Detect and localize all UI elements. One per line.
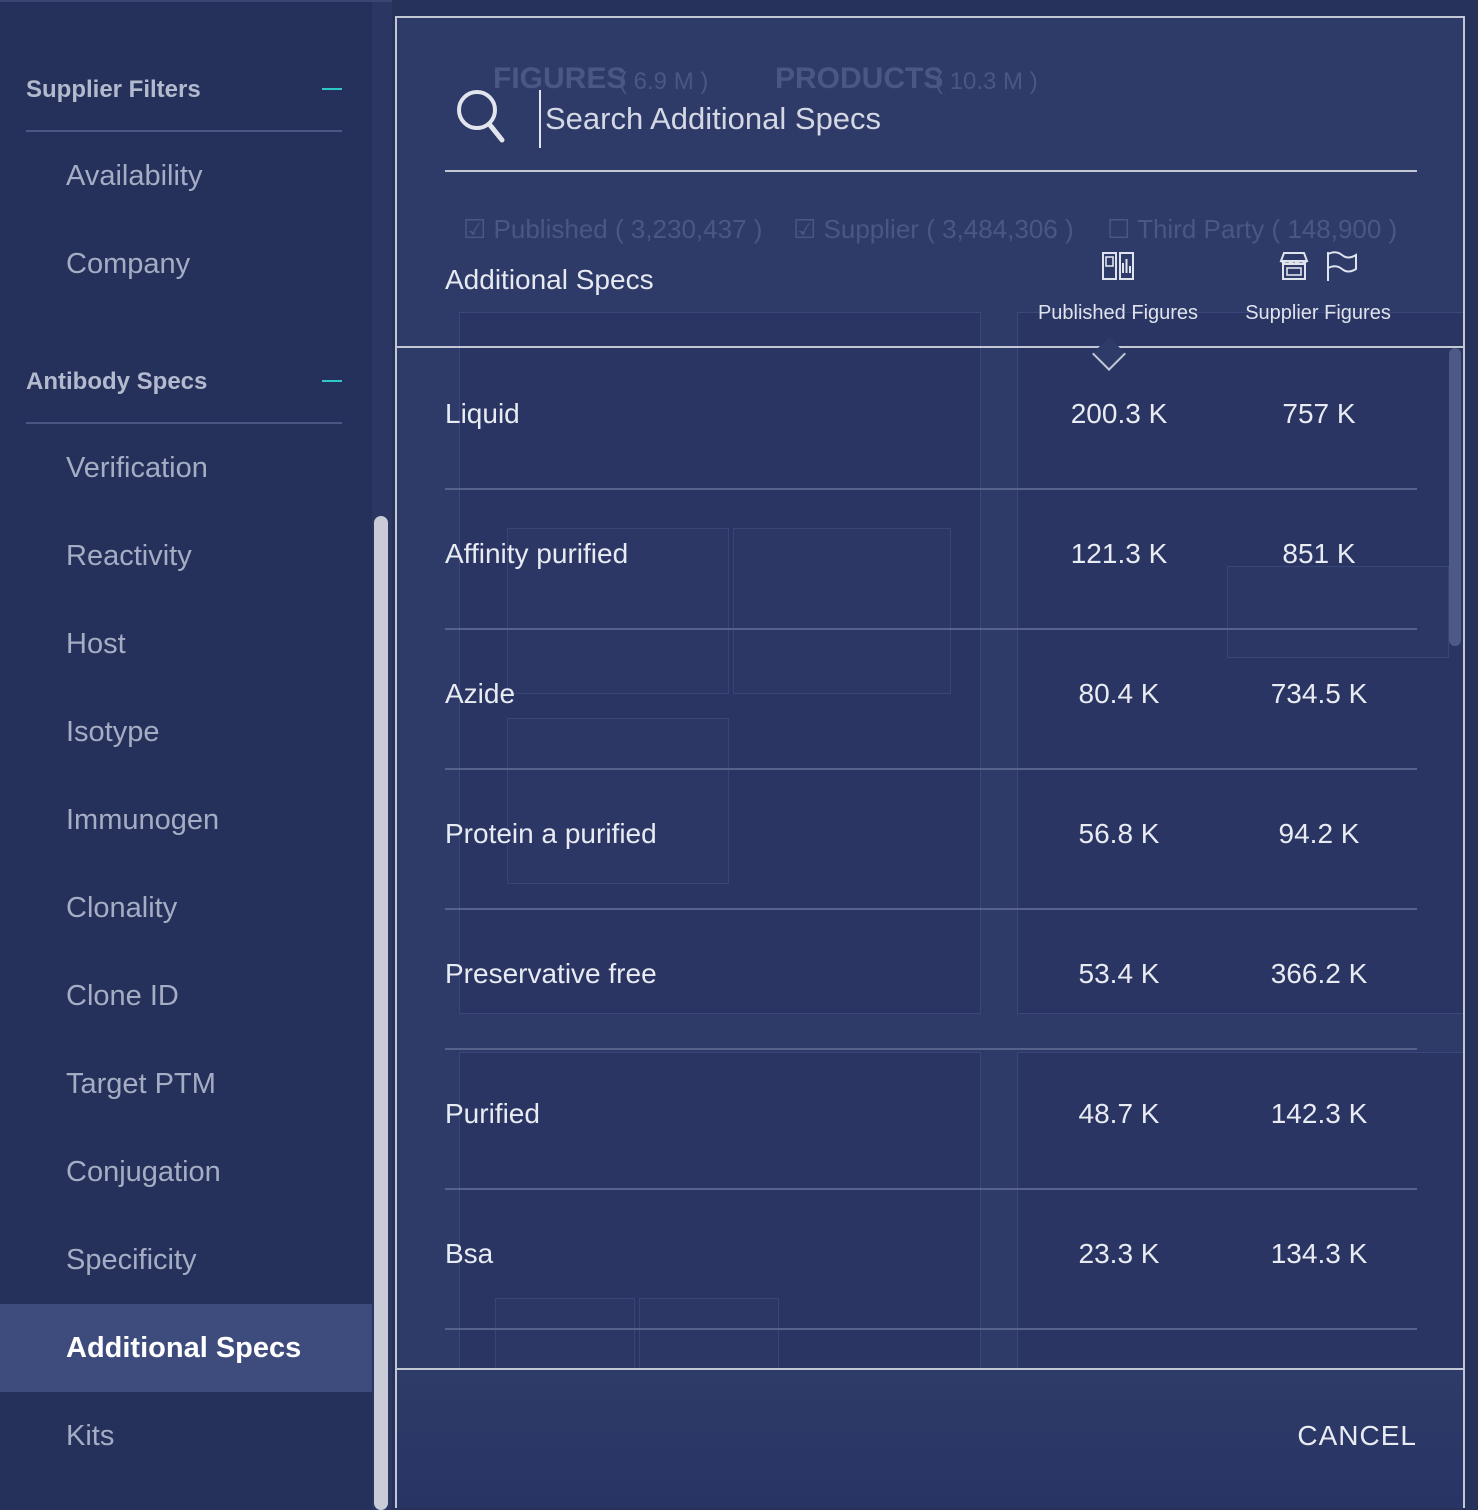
spec-name: Liquid [445,398,520,429]
supplier-count: 757 K [1282,398,1356,429]
sidebar-item-specificity[interactable]: Specificity [0,1216,374,1304]
supplier-count: 134.3 K [1270,1238,1368,1269]
search-icon [457,90,505,143]
sidebar-item-company[interactable]: Company [0,220,374,308]
list-header: Additional Specs Published Figures Suppl… [397,234,1463,348]
published-count: 200.3 K [1070,398,1168,429]
spec-name: Bsa [445,1238,494,1269]
spec-name: Preservative free [445,958,657,989]
list-item[interactable]: Liquid 200.3 K 757 K [445,348,1417,490]
sidebar-item-reactivity[interactable]: Reactivity [0,512,374,600]
supplier-figures-column-header[interactable]: Supplier Figures [1223,244,1413,325]
published-figures-label: Published Figures [1037,302,1199,324]
spec-name: Purified [445,1098,540,1129]
filter-sidebar: Supplier Filters Availability Company An… [0,0,392,1510]
flag-icon [1327,251,1357,281]
collapse-minus-icon[interactable] [322,380,342,382]
published-figures-column-header[interactable]: Published Figures [1023,244,1213,325]
supplier-count: 366.2 K [1270,958,1368,989]
supplier-count: 851 K [1282,538,1356,569]
published-count: 56.8 K [1078,818,1160,849]
sidebar-item-host[interactable]: Host [0,600,374,688]
spec-name: Protein a purified [445,818,657,849]
published-count: 23.3 K [1078,1238,1160,1269]
sidebar-section-title: Supplier Filters [26,76,201,103]
list-header-title: Additional Specs [445,264,654,295]
dialog-footer: CANCEL [397,1368,1463,1508]
list-item[interactable]: Azide 80.4 K 734.5 K [445,628,1417,770]
search-input[interactable] [539,90,1407,148]
list-item[interactable]: Purified 48.7 K 142.3 K [445,1048,1417,1190]
sidebar-item-kits[interactable]: Kits [0,1392,374,1480]
sidebar-item-target-ptm[interactable]: Target PTM [0,1040,374,1128]
sidebar-item-conjugation[interactable]: Conjugation [0,1128,374,1216]
sidebar-item-clonality[interactable]: Clonality [0,864,374,952]
additional-specs-dialog: FIGURES ( 6.9 M ) PRODUCTS ( 10.3 M ) ☑ … [395,16,1465,1508]
published-count: 80.4 K [1078,678,1160,709]
sidebar-scrollbar-thumb[interactable] [374,516,388,1510]
published-count: 121.3 K [1070,538,1168,569]
sidebar-item-isotype[interactable]: Isotype [0,688,374,776]
sidebar-item-availability[interactable]: Availability [0,132,374,220]
spec-name: Affinity purified [445,538,629,569]
list-item[interactable]: Bsa 23.3 K 134.3 K [445,1188,1417,1330]
spec-name: Azide [445,678,516,709]
storefront-icon [1279,252,1309,280]
supplier-count: 142.3 K [1270,1098,1368,1129]
published-count: 53.4 K [1078,958,1160,989]
sidebar-item-verification[interactable]: Verification [0,424,374,512]
collapse-minus-icon[interactable] [322,88,342,90]
sidebar-item-clone-id[interactable]: Clone ID [0,952,374,1040]
supplier-figures-label: Supplier Figures [1245,302,1391,324]
list-item[interactable]: Preservative free 53.4 K 366.2 K [445,908,1417,1050]
specs-list: Liquid 200.3 K 757 K Affinity purified 1… [397,348,1463,1368]
published-count: 48.7 K [1078,1098,1160,1129]
supplier-count: 734.5 K [1270,678,1368,709]
list-item[interactable]: Affinity purified 121.3 K 851 K [445,488,1417,630]
sidebar-item-additional-specs[interactable]: Additional Specs [0,1304,374,1392]
cancel-button[interactable]: CANCEL [1297,1420,1417,1452]
published-book-icon [1102,252,1134,280]
supplier-count: 94.2 K [1278,818,1360,849]
list-scrollbar-thumb[interactable] [1449,348,1461,646]
list-item[interactable]: Protein a purified 56.8 K 94.2 K [445,768,1417,910]
sidebar-section-antibody-specs[interactable]: Antibody Specs [26,342,342,424]
sidebar-section-supplier-filters[interactable]: Supplier Filters [26,50,342,132]
search-bar [445,78,1417,172]
sidebar-item-immunogen[interactable]: Immunogen [0,776,374,864]
sidebar-section-title: Antibody Specs [26,368,208,395]
